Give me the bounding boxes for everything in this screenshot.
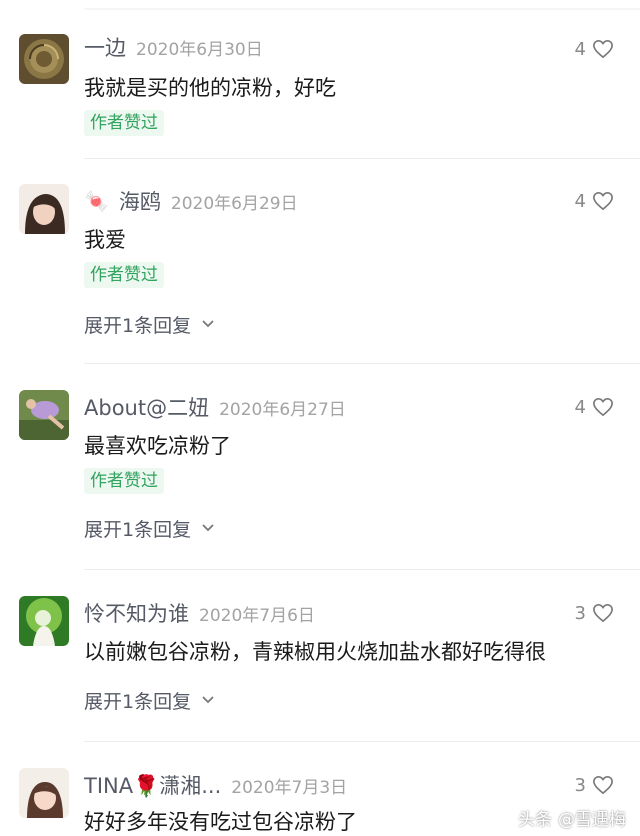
expand-replies-label: 展开1条回复 (84, 518, 192, 541)
comment-date: 2020年6月27日 (219, 399, 346, 420)
like-count: 3 (574, 602, 586, 624)
heart-icon (593, 191, 613, 211)
comment-text: 最喜欢吃凉粉了 (84, 434, 231, 458)
comment-date: 2020年7月3日 (231, 777, 348, 798)
divider (84, 158, 640, 159)
comment-item: About@二妞 2020年6月27日 4 最喜欢吃凉粉了 作者赞过 展开1条回… (0, 364, 640, 570)
author-liked-badge: 作者赞过 (84, 110, 164, 136)
like-count: 4 (574, 190, 586, 212)
comment-text: 以前嫩包谷凉粉，青辣椒用火烧加盐水都好吃得很 (84, 640, 546, 664)
like-button[interactable]: 4 (575, 34, 614, 64)
expand-replies-label: 展开1条回复 (84, 690, 192, 713)
watermark: 头条 @雪遇梅 (518, 805, 626, 830)
girl-portrait-avatar[interactable] (19, 768, 69, 818)
comment-date: 2020年6月30日 (136, 39, 263, 60)
chevron-down-icon (202, 696, 214, 704)
username[interactable]: TINA🌹潇湘... (84, 770, 221, 800)
comment-date: 2020年7月6日 (199, 605, 315, 626)
chevron-down-icon (202, 524, 214, 532)
author-liked-badge: 作者赞过 (84, 468, 164, 494)
username[interactable]: About@二妞 (84, 392, 209, 422)
like-button[interactable]: 4 (575, 186, 614, 216)
like-button[interactable]: 3 (575, 770, 614, 800)
comment-text: 我爱 (84, 228, 126, 252)
green-scenery-avatar[interactable] (19, 596, 69, 646)
heart-icon (593, 775, 613, 795)
watermark-app: 头条 (518, 810, 552, 830)
watermark-author: @雪遇梅 (558, 810, 626, 830)
heart-icon (593, 397, 613, 417)
username[interactable]: 一边 (84, 32, 126, 62)
comment-feed: 一边 2020年6月30日 4 我就是买的他的凉粉，好吃 作者赞过 🍬 海鸥 2… (0, 0, 640, 836)
heart-icon (593, 603, 613, 623)
chevron-down-icon (202, 320, 214, 328)
expand-replies-button[interactable]: 展开1条回复 (84, 514, 215, 542)
author-liked-badge: 作者赞过 (84, 262, 164, 288)
like-button[interactable]: 3 (575, 598, 614, 628)
woman-portrait-avatar[interactable] (19, 184, 69, 234)
person-lying-avatar[interactable] (19, 390, 69, 440)
heart-icon (593, 39, 613, 59)
expand-replies-label: 展开1条回复 (84, 314, 192, 337)
like-count: 4 (574, 396, 586, 418)
expand-replies-button[interactable]: 展开1条回复 (84, 686, 215, 714)
expand-replies-button[interactable]: 展开1条回复 (84, 310, 215, 338)
comment-text: 好好多年没有吃过包谷凉粉了 (84, 810, 357, 834)
candy-emoji: 🍬 (84, 189, 109, 213)
round-pattern-avatar[interactable] (19, 34, 69, 84)
comment-item: 一边 2020年6月30日 4 我就是买的他的凉粉，好吃 作者赞过 (0, 0, 640, 160)
like-button[interactable]: 4 (575, 392, 614, 422)
comment-text: 我就是买的他的凉粉，好吃 (84, 76, 336, 100)
username[interactable]: 海鸥 (119, 186, 161, 216)
comment-item: 怜不知为谁 2020年7月6日 3 以前嫩包谷凉粉，青辣椒用火烧加盐水都好吃得很… (0, 570, 640, 742)
like-count: 3 (574, 774, 586, 796)
comment-date: 2020年6月29日 (170, 193, 298, 214)
username[interactable]: 怜不知为谁 (84, 598, 189, 628)
comment-item: 🍬 海鸥 2020年6月29日 4 我爱 作者赞过 展开1条回复 (0, 160, 640, 364)
like-count: 4 (574, 38, 586, 60)
